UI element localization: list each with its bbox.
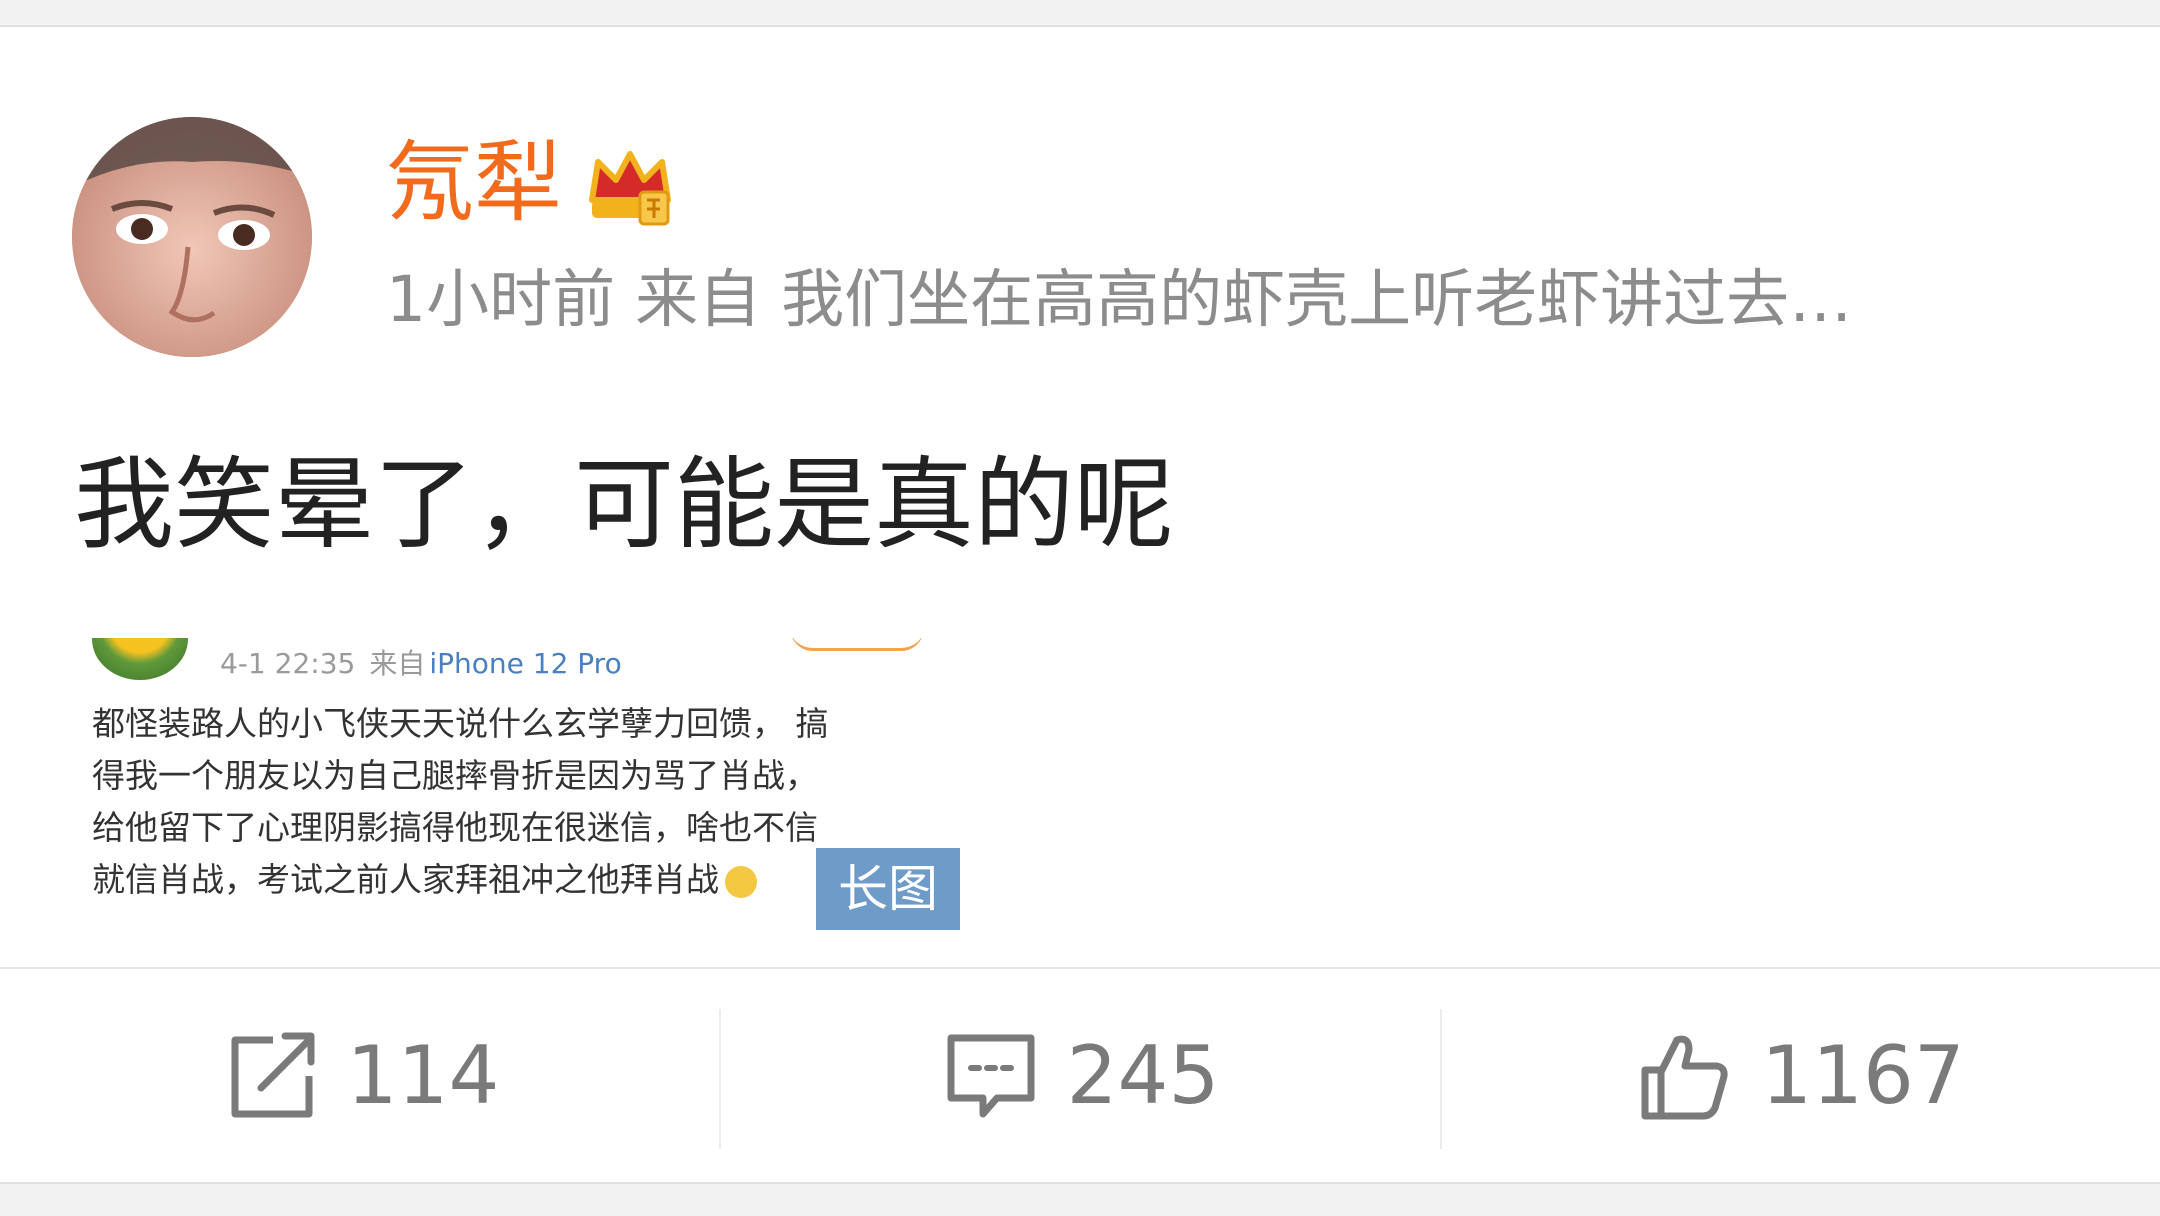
comment-count: 245 [1066, 1029, 1220, 1122]
thumbs-up-icon [1641, 1035, 1728, 1119]
post-meta: 1小时前 来自 我们坐在高高的虾壳上听老虾讲过去… [386, 263, 1853, 336]
embedded-avatar [92, 638, 188, 680]
embedded-line-text: 就信肖战，考试之前人家拜祖冲之他拜肖战 [92, 860, 719, 899]
like-button[interactable]: 1167 [1440, 969, 2160, 1182]
embedded-decoration [790, 638, 924, 651]
embedded-device: iPhone 12 Pro [429, 647, 622, 680]
repost-button[interactable]: 114 [0, 969, 720, 1182]
action-bar: 114 245 1167 [0, 969, 2160, 1182]
bottom-background [0, 1182, 2160, 1216]
top-background [0, 0, 2160, 26]
embedded-source-label: 来自 [369, 647, 426, 680]
embedded-line: 给他留下了心理阴影搞得他现在很迷信，啥也不信 [92, 808, 818, 847]
long-image-badge[interactable]: 长图 [816, 848, 960, 930]
avatar-image [72, 117, 312, 357]
repost-count: 114 [346, 1029, 500, 1122]
comment-icon [947, 1034, 1035, 1117]
comment-button[interactable]: 245 [720, 969, 1440, 1182]
embedded-line: 都怪装路人的小飞侠天天说什么玄学孽力回馈， 搞 [92, 704, 829, 743]
share-icon [231, 1032, 315, 1117]
avatar[interactable] [72, 117, 312, 357]
username[interactable]: 氖犁 [386, 128, 562, 238]
embedded-time: 4-1 22:35 [220, 647, 356, 680]
emoji-icon [725, 865, 757, 898]
crown-badge-icon[interactable] [584, 142, 676, 234]
embedded-meta: 4-1 22:35 来自 iPhone 12 Pro [220, 644, 622, 684]
post-text: 我笑晕了，可能是真的呢 [74, 446, 1174, 563]
like-count: 1167 [1761, 1029, 1965, 1122]
embedded-line: 得我一个朋友以为自己腿摔骨折是因为骂了肖战， [92, 756, 818, 795]
